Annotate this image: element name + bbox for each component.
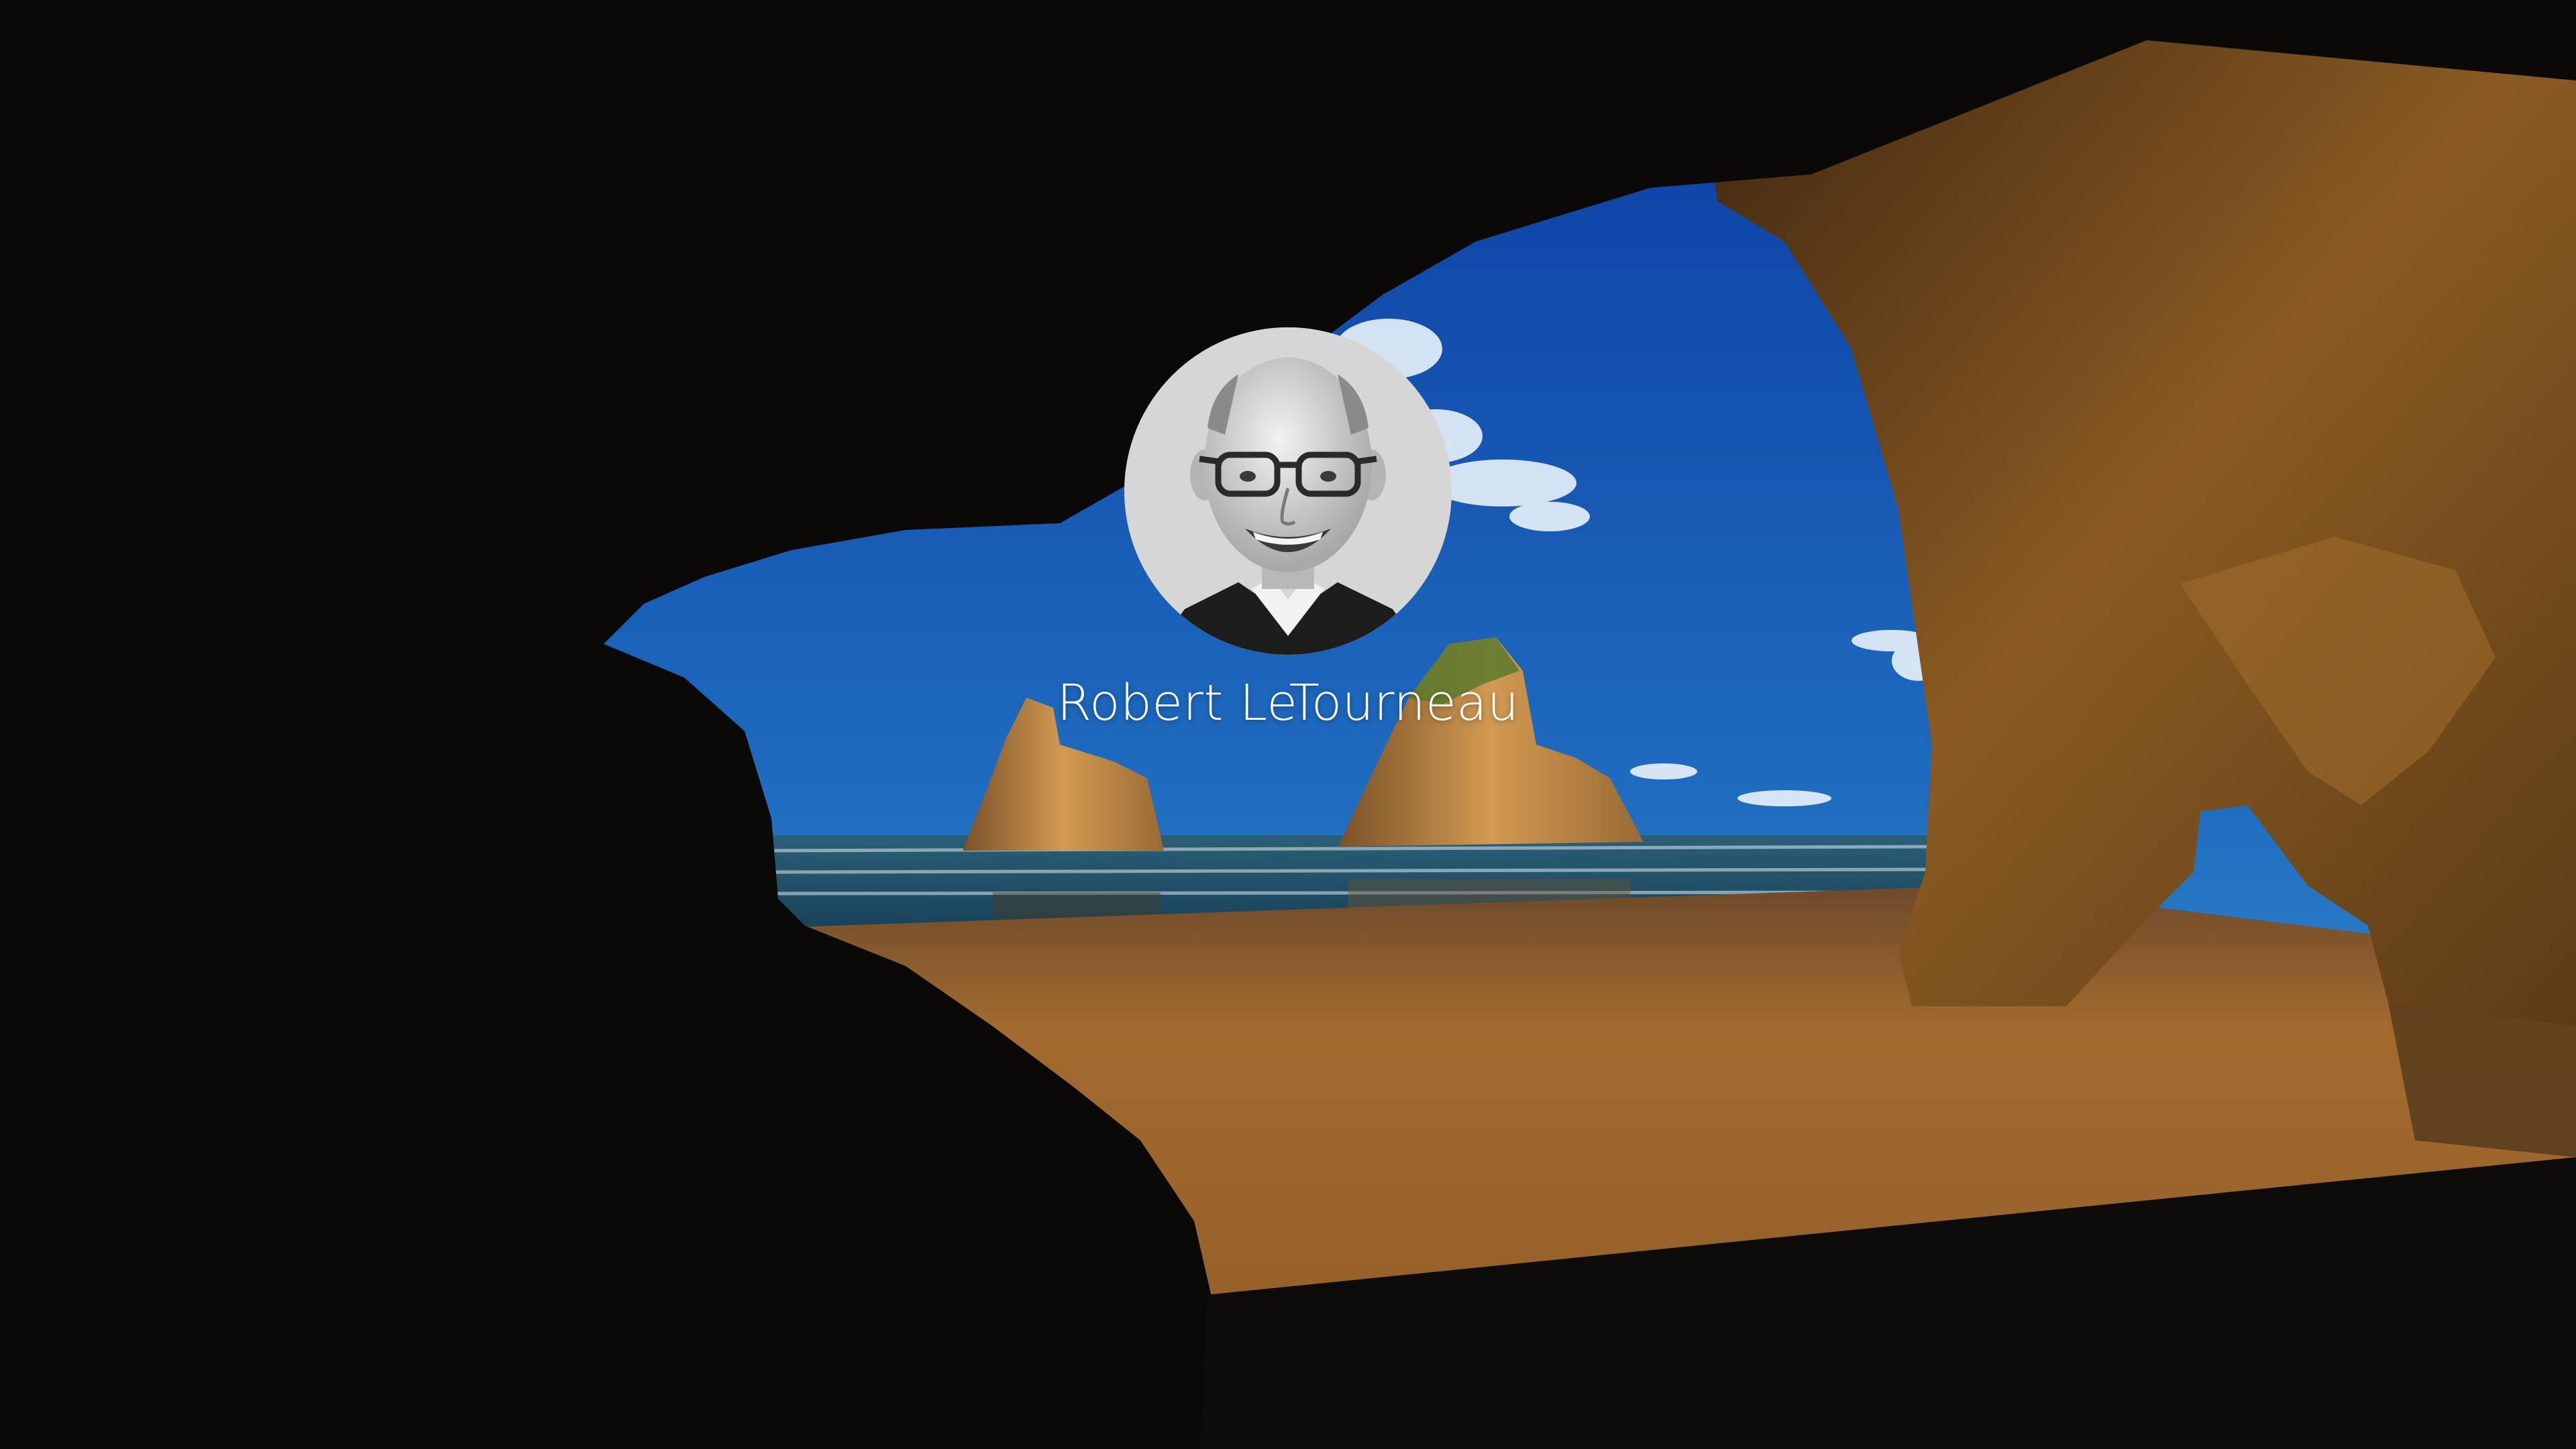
user-name: Robert LeTourneau	[1057, 674, 1519, 732]
user-avatar[interactable]	[1124, 327, 1452, 655]
user-avatar-photo-icon	[1124, 327, 1452, 655]
account-panel: Robert LeTourneau	[953, 327, 1623, 731]
